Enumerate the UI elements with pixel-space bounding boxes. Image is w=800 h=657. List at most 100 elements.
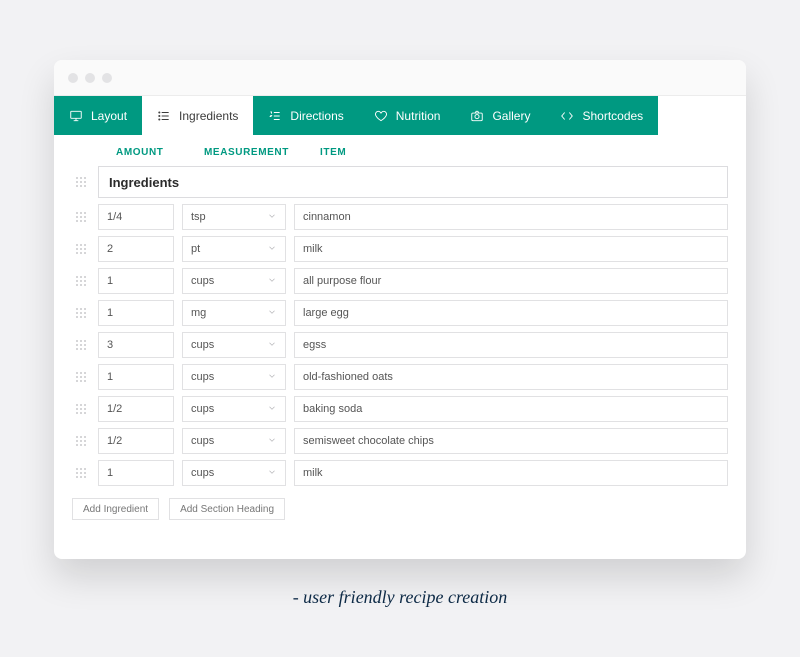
section-title-input[interactable]: [98, 166, 728, 198]
ingredient-row: cups: [72, 396, 728, 422]
drag-handle-icon[interactable]: [72, 432, 90, 450]
measurement-value: cups: [191, 339, 214, 351]
tab-label: Layout: [91, 109, 127, 123]
item-input[interactable]: [294, 428, 728, 454]
measurement-select[interactable]: cups: [182, 332, 286, 358]
amount-input[interactable]: [98, 428, 174, 454]
traffic-light-dot: [102, 73, 112, 83]
item-input[interactable]: [294, 204, 728, 230]
amount-input[interactable]: [98, 268, 174, 294]
measurement-value: cups: [191, 467, 214, 479]
ingredient-row: pt: [72, 236, 728, 262]
measurement-value: cups: [191, 371, 214, 383]
footer-buttons: Add Ingredient Add Section Heading: [72, 492, 728, 520]
tab-label: Nutrition: [396, 109, 441, 123]
traffic-light-dot: [85, 73, 95, 83]
monitor-icon: [69, 109, 83, 123]
browser-window: Layout Ingredients Directions Nutrition: [54, 60, 746, 559]
chevron-down-icon: [267, 275, 277, 288]
measurement-select[interactable]: tsp: [182, 204, 286, 230]
drag-handle-icon[interactable]: [72, 304, 90, 322]
amount-input[interactable]: [98, 300, 174, 326]
chevron-down-icon: [267, 435, 277, 448]
amount-input[interactable]: [98, 332, 174, 358]
code-icon: [560, 109, 574, 123]
item-input[interactable]: [294, 268, 728, 294]
item-input[interactable]: [294, 460, 728, 486]
chevron-down-icon: [267, 307, 277, 320]
measurement-value: mg: [191, 307, 206, 319]
window-titlebar: [54, 60, 746, 96]
measurement-value: cups: [191, 403, 214, 415]
tab-label: Gallery: [492, 109, 530, 123]
amount-input[interactable]: [98, 396, 174, 422]
chevron-down-icon: [267, 339, 277, 352]
measurement-value: cups: [191, 275, 214, 287]
drag-handle-icon[interactable]: [72, 464, 90, 482]
tab-bar: Layout Ingredients Directions Nutrition: [54, 96, 746, 135]
heart-icon: [374, 109, 388, 123]
item-input[interactable]: [294, 396, 728, 422]
item-input[interactable]: [294, 300, 728, 326]
chevron-down-icon: [267, 243, 277, 256]
measurement-select[interactable]: cups: [182, 460, 286, 486]
tab-ingredients[interactable]: Ingredients: [142, 96, 253, 135]
amount-input[interactable]: [98, 236, 174, 262]
add-ingredient-button[interactable]: Add Ingredient: [72, 498, 159, 520]
measurement-value: pt: [191, 243, 200, 255]
tab-label: Directions: [290, 109, 343, 123]
measurement-select[interactable]: cups: [182, 364, 286, 390]
drag-handle-icon[interactable]: [72, 368, 90, 386]
item-input[interactable]: [294, 236, 728, 262]
ingredient-row: mg: [72, 300, 728, 326]
traffic-light-dot: [68, 73, 78, 83]
tab-label: Ingredients: [179, 109, 238, 123]
ingredient-row: cups: [72, 460, 728, 486]
chevron-down-icon: [267, 403, 277, 416]
ordered-list-icon: [268, 109, 282, 123]
chevron-down-icon: [267, 371, 277, 384]
drag-handle-icon[interactable]: [72, 208, 90, 226]
camera-icon: [470, 109, 484, 123]
ingredient-row: cups: [72, 332, 728, 358]
chevron-down-icon: [267, 467, 277, 480]
drag-handle-icon[interactable]: [72, 173, 90, 191]
amount-input[interactable]: [98, 460, 174, 486]
amount-input[interactable]: [98, 364, 174, 390]
header-measurement: MEASUREMENT: [204, 147, 320, 158]
caption-text: - user friendly recipe creation: [293, 587, 508, 608]
tab-nutrition[interactable]: Nutrition: [359, 96, 456, 135]
measurement-select[interactable]: cups: [182, 268, 286, 294]
ingredient-row: cups: [72, 268, 728, 294]
tab-label: Shortcodes: [582, 109, 643, 123]
tab-directions[interactable]: Directions: [253, 96, 358, 135]
list-icon: [157, 109, 171, 123]
ingredient-row: tsp: [72, 204, 728, 230]
measurement-value: cups: [191, 435, 214, 447]
ingredient-row: cups: [72, 364, 728, 390]
drag-handle-icon[interactable]: [72, 336, 90, 354]
column-headers: AMOUNT MEASUREMENT ITEM: [72, 135, 728, 166]
measurement-value: tsp: [191, 211, 206, 223]
ingredients-panel: AMOUNT MEASUREMENT ITEM tsp pt cups mg cups c…: [54, 135, 746, 559]
section-heading-row: [72, 166, 728, 198]
content-area: Layout Ingredients Directions Nutrition: [54, 96, 746, 559]
header-amount: AMOUNT: [116, 147, 204, 158]
measurement-select[interactable]: cups: [182, 396, 286, 422]
header-item: ITEM: [320, 147, 728, 158]
item-input[interactable]: [294, 332, 728, 358]
chevron-down-icon: [267, 211, 277, 224]
tab-shortcodes[interactable]: Shortcodes: [545, 96, 658, 135]
drag-handle-icon[interactable]: [72, 240, 90, 258]
add-section-button[interactable]: Add Section Heading: [169, 498, 285, 520]
drag-handle-icon[interactable]: [72, 272, 90, 290]
measurement-select[interactable]: pt: [182, 236, 286, 262]
tab-gallery[interactable]: Gallery: [455, 96, 545, 135]
amount-input[interactable]: [98, 204, 174, 230]
measurement-select[interactable]: cups: [182, 428, 286, 454]
measurement-select[interactable]: mg: [182, 300, 286, 326]
item-input[interactable]: [294, 364, 728, 390]
tab-layout[interactable]: Layout: [54, 96, 142, 135]
drag-handle-icon[interactable]: [72, 400, 90, 418]
ingredient-row: cups: [72, 428, 728, 454]
